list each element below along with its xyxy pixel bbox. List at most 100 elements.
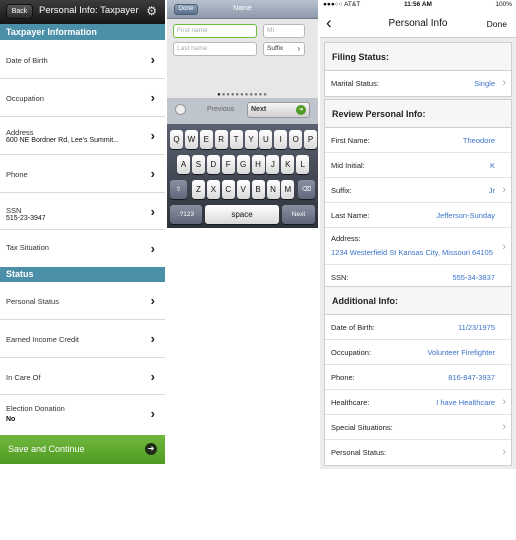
- name-form: First name MI Last name Suffix ›: [167, 19, 318, 98]
- row-occupation[interactable]: Occupation: Volunteer Firefighter: [325, 340, 511, 365]
- name-entry-panel: Done Name First name MI Last name Suffix…: [167, 0, 318, 228]
- numbers-key[interactable]: .?123: [170, 205, 202, 224]
- shift-key-icon[interactable]: ⇧: [170, 180, 187, 199]
- row-first-name[interactable]: First Name: Theodore: [325, 128, 511, 153]
- key-d[interactable]: D: [206, 155, 220, 174]
- nav-bar: ‹ Personal Info Done: [320, 10, 516, 38]
- personal-info-panel: ●●●○○ AT&T 11:56 AM 100% ‹ Personal Info…: [320, 0, 516, 469]
- key-p[interactable]: P: [304, 130, 318, 149]
- key-o[interactable]: O: [289, 130, 303, 149]
- row-occupation[interactable]: Occupation ›: [0, 79, 165, 117]
- key-m[interactable]: M: [281, 180, 295, 199]
- save-and-continue-button[interactable]: Save and Continue ➜: [0, 435, 165, 464]
- key-j[interactable]: J: [266, 155, 280, 174]
- row-label: Address: [6, 128, 34, 137]
- key-b[interactable]: B: [251, 180, 265, 199]
- last-name-field[interactable]: Last name: [173, 42, 257, 56]
- key-x[interactable]: X: [206, 180, 220, 199]
- taxpayer-panel: Back Personal Info: Taxpayer ⚙ Taxpayer …: [0, 0, 165, 540]
- form-title: Name: [233, 5, 252, 12]
- row-label: Last Name:: [331, 211, 370, 220]
- next-button[interactable]: Next ➜: [247, 102, 310, 118]
- key-w[interactable]: W: [184, 130, 198, 149]
- previous-button[interactable]: Previous: [207, 106, 234, 113]
- row-label: In Care Of: [6, 373, 41, 382]
- chevron-right-icon: ›: [502, 446, 506, 458]
- page-indicator: ●●●●●●●●●●●: [217, 92, 268, 98]
- key-r[interactable]: R: [214, 130, 228, 149]
- key-c[interactable]: C: [221, 180, 235, 199]
- filing-status-card: Filing Status: Marital Status: Single ›: [324, 42, 512, 97]
- chevron-right-icon: ›: [150, 369, 155, 384]
- row-label: SSN: [6, 206, 22, 215]
- row-special-situations[interactable]: Special Situations: ›: [325, 415, 511, 440]
- blank-area: [0, 464, 165, 540]
- chevron-right-icon: ›: [297, 44, 300, 53]
- mi-field[interactable]: MI: [263, 24, 305, 38]
- review-personal-info-card: Review Personal Info: First Name: Theodo…: [324, 99, 512, 291]
- key-s[interactable]: S: [191, 155, 205, 174]
- row-personal-status[interactable]: Personal Status ›: [0, 282, 165, 320]
- row-in-care-of[interactable]: In Care Of ›: [0, 358, 165, 395]
- row-suffix[interactable]: Suffix: Jr ›: [325, 178, 511, 203]
- space-key[interactable]: space: [205, 205, 279, 224]
- row-tax-situation[interactable]: Tax Situation ›: [0, 230, 165, 267]
- row-value: Jefferson-Sunday: [436, 211, 495, 220]
- key-z[interactable]: Z: [192, 180, 205, 199]
- row-label: Personal Status:: [331, 448, 387, 457]
- gear-icon[interactable]: ⚙: [146, 3, 157, 19]
- row-label: Tax Situation: [6, 243, 49, 252]
- row-phone[interactable]: Phone ›: [0, 155, 165, 193]
- key-e[interactable]: E: [199, 130, 213, 149]
- backspace-key-icon[interactable]: ⌫: [298, 180, 315, 199]
- row-label: First Name:: [331, 136, 370, 145]
- row-personal-status[interactable]: Personal Status: ›: [325, 440, 511, 465]
- first-name-field[interactable]: First name: [173, 24, 257, 38]
- key-a[interactable]: A: [177, 155, 190, 174]
- row-label: Occupation: [6, 94, 44, 103]
- row-label: Date of Birth:: [331, 323, 375, 332]
- back-button[interactable]: Back: [6, 4, 33, 19]
- key-v[interactable]: V: [236, 180, 250, 199]
- row-address[interactable]: Address 600 NE Bordner Rd, Lee's Summit.…: [0, 117, 165, 155]
- key-u[interactable]: U: [259, 130, 273, 149]
- row-mid-initial[interactable]: Mid Initial: K: [325, 153, 511, 178]
- row-label: Healthcare:: [331, 398, 370, 407]
- row-earned-income-credit[interactable]: Earned Income Credit ›: [0, 320, 165, 358]
- additional-info-card: Additional Info: Date of Birth: 11/23/19…: [324, 286, 512, 466]
- key-t[interactable]: T: [229, 130, 243, 149]
- row-phone[interactable]: Phone: 816-847-3937: [325, 365, 511, 390]
- row-value: 515-23-3947: [6, 215, 46, 222]
- key-y[interactable]: Y: [244, 130, 258, 149]
- key-h[interactable]: H: [251, 155, 265, 174]
- row-value: I have Healthcare: [436, 398, 495, 407]
- row-date-of-birth[interactable]: Date of Birth: 11/23/1975: [325, 315, 511, 340]
- key-i[interactable]: I: [274, 130, 288, 149]
- status-bar: ●●●○○ AT&T 11:56 AM 100%: [320, 0, 516, 10]
- card-header: Additional Info:: [325, 287, 511, 315]
- left-top-bar: Back Personal Info: Taxpayer ⚙: [0, 0, 165, 24]
- row-label: Special Situations:: [331, 423, 393, 432]
- done-button[interactable]: Done: [487, 19, 507, 29]
- key-l[interactable]: L: [296, 155, 310, 174]
- row-healthcare[interactable]: Healthcare: I have Healthcare ›: [325, 390, 511, 415]
- key-n[interactable]: N: [266, 180, 280, 199]
- suffix-select[interactable]: Suffix ›: [263, 42, 305, 56]
- row-marital-status[interactable]: Marital Status: Single ›: [325, 71, 511, 96]
- row-last-name[interactable]: Last Name: Jefferson-Sunday: [325, 203, 511, 228]
- key-g[interactable]: G: [236, 155, 250, 174]
- radio-button[interactable]: [175, 104, 186, 115]
- chevron-right-icon: ›: [502, 77, 506, 89]
- row-ssn[interactable]: SSN 515-23-3947 ›: [0, 193, 165, 230]
- next-key[interactable]: Next: [282, 205, 315, 224]
- row-address[interactable]: Address: 1234 Westerfield St Kansas City…: [325, 228, 511, 265]
- row-value: No: [6, 416, 16, 423]
- row-date-of-birth[interactable]: Date of Birth ›: [0, 40, 165, 79]
- row-election-donation[interactable]: Election Donation No ›: [0, 395, 165, 433]
- key-k[interactable]: K: [281, 155, 295, 174]
- key-f[interactable]: F: [221, 155, 235, 174]
- middle-top-bar: Done Name: [167, 0, 318, 19]
- key-q[interactable]: Q: [170, 130, 183, 149]
- chevron-right-icon: ›: [150, 331, 155, 346]
- arrow-right-icon: ➜: [145, 443, 157, 455]
